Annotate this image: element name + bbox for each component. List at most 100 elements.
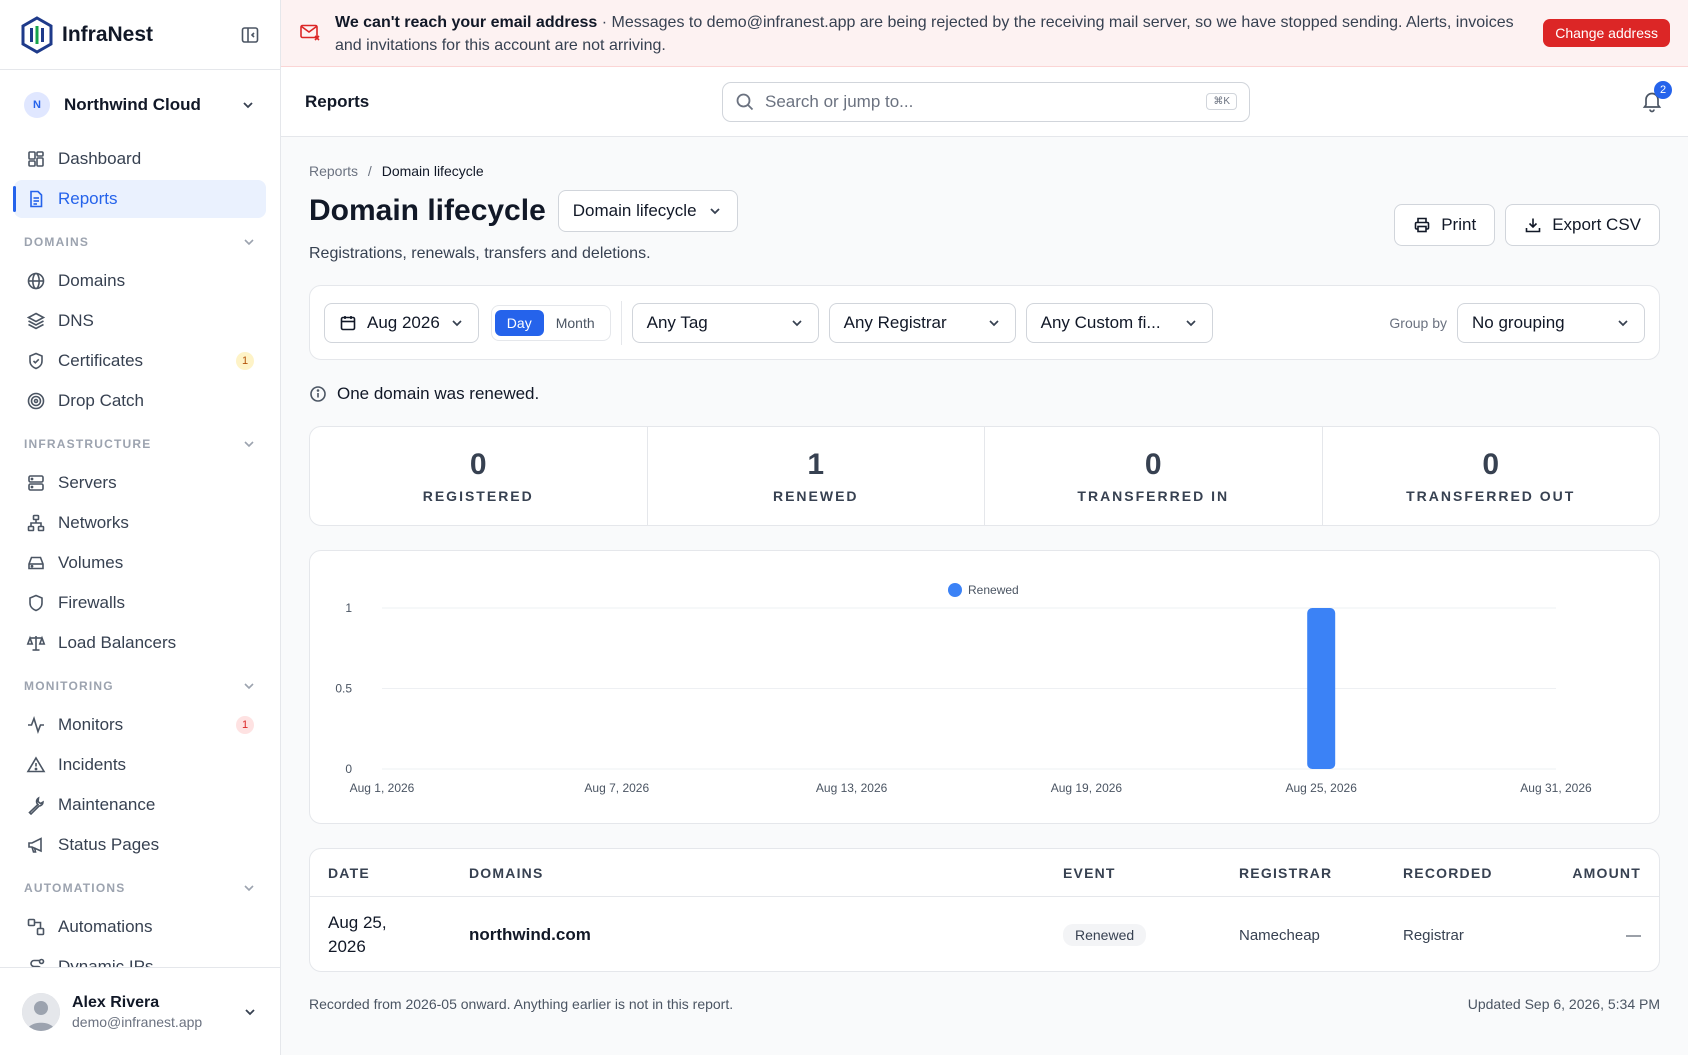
avatar <box>22 992 60 1031</box>
stat-label: TRANSFERRED OUT <box>1406 488 1576 504</box>
report-type-value: Domain lifecycle <box>572 201 697 220</box>
section-domains[interactable]: DOMAINS <box>14 222 266 262</box>
sidebar-item-dashboard[interactable]: Dashboard <box>14 140 266 178</box>
registrar-filter-value: Any Registrar <box>843 312 947 332</box>
route-icon <box>30 958 45 967</box>
tag-filter[interactable]: Any Tag <box>631 302 819 343</box>
breadcrumb-reports-link[interactable]: Reports <box>309 163 358 179</box>
hard-drive-icon <box>28 556 44 570</box>
sidebar-collapse-icon[interactable] <box>240 25 260 45</box>
column-header-date[interactable]: DATE <box>328 865 469 881</box>
event-badge: Renewed <box>1063 924 1147 946</box>
notifications-button[interactable]: 2 <box>1640 81 1672 113</box>
sidebar-item-label: Automations <box>58 917 153 936</box>
chevron-down-icon <box>245 1008 255 1015</box>
chevron-down-icon <box>792 319 802 326</box>
report-type-select[interactable]: Domain lifecycle <box>557 190 738 232</box>
sidebar-item-reports[interactable]: Reports <box>13 180 266 218</box>
column-header-amount[interactable]: AMOUNT <box>1568 865 1641 881</box>
banner-text: We can't reach your email address · Mess… <box>335 11 1543 57</box>
period-picker[interactable]: Aug 2026 <box>324 302 479 343</box>
section-infrastructure[interactable]: INFRASTRUCTURE <box>14 424 266 464</box>
sidebar: InfraNest N Northwind Cloud Dashboard Re… <box>0 0 281 1055</box>
sidebar-item-volumes[interactable]: Volumes <box>14 544 266 582</box>
granularity-month[interactable]: Month <box>544 310 607 336</box>
sidebar-item-firewalls[interactable]: Firewalls <box>14 584 266 622</box>
sidebar-item-networks[interactable]: Networks <box>14 504 266 542</box>
cell-date: Aug 25, 2026 <box>328 911 469 959</box>
cell-event: Renewed <box>1063 924 1239 946</box>
user-icon <box>22 992 60 1031</box>
sidebar-item-incidents[interactable]: Incidents <box>14 746 266 784</box>
top-bar: Reports Search or jump to... ⌘K 2 <box>281 67 1688 137</box>
stat-label: TRANSFERRED IN <box>1077 488 1230 504</box>
custom-field-filter[interactable]: Any Custom fi... <box>1025 302 1213 343</box>
sidebar-item-label: Maintenance <box>58 795 156 814</box>
cell-amount: — <box>1626 926 1641 944</box>
tag-filter-value: Any Tag <box>646 312 708 332</box>
sidebar-item-label: Certificates <box>58 351 144 370</box>
stat-label: REGISTERED <box>422 488 534 504</box>
stat-transferred-out: 0 TRANSFERRED OUT <box>1323 427 1660 525</box>
group-by-label: Group by <box>1389 314 1447 331</box>
export-label: Export CSV <box>1552 215 1641 234</box>
sidebar-item-dns[interactable]: DNS <box>14 302 266 340</box>
column-header-recorded[interactable]: RECORDED <box>1403 865 1568 881</box>
sidebar-item-monitors[interactable]: Monitors 1 <box>14 706 266 744</box>
user-menu[interactable]: Alex Rivera demo@infranest.app <box>0 967 280 1055</box>
search-shortcut: ⌘K <box>1206 93 1237 110</box>
export-csv-button[interactable]: Export CSV <box>1505 204 1660 246</box>
page-subtitle: Registrations, renewals, transfers and d… <box>309 245 651 262</box>
sidebar-item-drop-catch[interactable]: Drop Catch <box>14 382 266 420</box>
search-input[interactable]: Search or jump to... ⌘K <box>722 81 1250 122</box>
org-switcher[interactable]: N Northwind Cloud <box>0 70 280 140</box>
stat-renewed: 1 RENEWED <box>648 427 985 525</box>
certificates-count-badge: 1 <box>236 352 254 370</box>
group-by-value: No grouping <box>1472 312 1565 332</box>
sidebar-item-label: Incidents <box>58 755 127 774</box>
stat-value: 0 <box>469 448 487 481</box>
sidebar-item-label: Networks <box>58 513 129 532</box>
column-header-event[interactable]: EVENT <box>1063 865 1239 881</box>
page-title-topbar: Reports <box>305 91 370 111</box>
summary-note: One domain was renewed. <box>309 384 1660 404</box>
calendar-icon <box>340 315 356 330</box>
stat-value: 1 <box>807 448 825 481</box>
sidebar-item-status-pages[interactable]: Status Pages <box>14 826 266 864</box>
main-area: We can't reach your email address · Mess… <box>281 0 1688 1055</box>
document-icon <box>30 190 43 208</box>
sidebar-item-maintenance[interactable]: Maintenance <box>14 786 266 824</box>
summary-note-text: One domain was renewed. <box>337 384 540 403</box>
registrar-filter[interactable]: Any Registrar <box>828 302 1016 343</box>
breadcrumb-separator: / <box>367 163 372 179</box>
sidebar-item-servers[interactable]: Servers <box>14 464 266 502</box>
filter-divider <box>620 300 622 345</box>
column-header-registrar[interactable]: REGISTRAR <box>1239 865 1403 881</box>
y-tick-label: 0 <box>345 762 352 776</box>
sidebar-item-dynamic-ips[interactable]: Dynamic IPs <box>14 948 266 967</box>
legend-swatch <box>948 583 962 597</box>
change-address-button[interactable]: Change address <box>1543 19 1670 47</box>
x-tick-label: Aug 7, 2026 <box>584 781 649 795</box>
sidebar-item-domains[interactable]: Domains <box>14 262 266 300</box>
print-button[interactable]: Print <box>1394 204 1496 246</box>
table-row[interactable]: Aug 25, 2026 northwind.com Renewed Namec… <box>310 897 1659 973</box>
download-icon <box>1525 218 1541 233</box>
sidebar-item-label: Monitors <box>58 715 124 734</box>
section-automations[interactable]: AUTOMATIONS <box>14 868 266 908</box>
y-tick-label: 0.5 <box>335 682 352 696</box>
sidebar-item-automations[interactable]: Automations <box>14 908 266 946</box>
section-monitoring[interactable]: MONITORING <box>14 666 266 706</box>
report-footer: Recorded from 2026-05 onward. Anything e… <box>309 996 1660 1012</box>
column-header-domains[interactable]: DOMAINS <box>469 865 1063 881</box>
sidebar-item-load-balancers[interactable]: Load Balancers <box>14 624 266 662</box>
y-tick-label: 1 <box>345 601 352 615</box>
granularity-day[interactable]: Day <box>494 309 544 336</box>
sidebar-item-certificates[interactable]: Certificates 1 <box>14 342 266 380</box>
group-by-select[interactable]: No grouping <box>1457 302 1645 343</box>
sidebar-item-label: Domains <box>58 271 126 290</box>
app-shell: InfraNest N Northwind Cloud Dashboard Re… <box>0 0 1688 1055</box>
shield-icon <box>29 594 43 612</box>
cell-domain[interactable]: northwind.com <box>469 925 1063 945</box>
cell-date-line2: 2026 <box>328 937 366 956</box>
